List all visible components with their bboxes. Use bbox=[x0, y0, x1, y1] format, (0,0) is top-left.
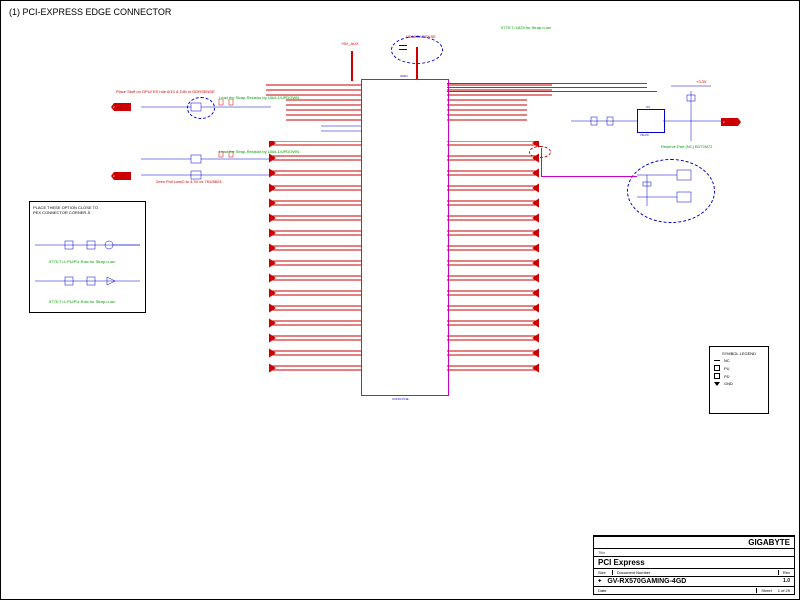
label-5vaux: +5V_AUX bbox=[341, 41, 359, 46]
offpage-left-1: 2 bbox=[111, 103, 131, 111]
offpage-left-2: 2 bbox=[111, 172, 131, 180]
rx-lanes bbox=[447, 141, 539, 396]
doc-number: GV-RX570GAMING-4GD bbox=[607, 578, 686, 585]
sheet-title: PCI Express bbox=[598, 558, 645, 567]
wire-m4 bbox=[541, 176, 637, 177]
legend-title: SYMBOL LEGEND bbox=[714, 351, 764, 356]
rail-right-1: +3.3V bbox=[696, 79, 707, 84]
company: GIGABYTE bbox=[748, 538, 790, 547]
bus-vert-top2 bbox=[416, 47, 418, 81]
connector-refdes: UPE1 bbox=[400, 74, 408, 78]
note-top-green: 5775:T=1825 for Strap=Low bbox=[501, 25, 551, 30]
schematic-sheet: (1) PCI-EXPRESS EDGE CONNECTOR 5775:T=18… bbox=[0, 0, 800, 600]
detail-circuit bbox=[35, 231, 140, 306]
note-reserve: Reserve Part (NC) B3T2M72 bbox=[661, 144, 712, 149]
connector-part: CONN PCIE bbox=[392, 397, 409, 401]
symbol-legend: SYMBOL LEGEND NC PU PD GND bbox=[709, 346, 769, 414]
legend-row: NC bbox=[714, 358, 764, 363]
detail-note-2: 5775:T=1 PU/PU-Row for Strap=Low bbox=[49, 299, 115, 304]
pcie-connector-symbol: UPE1 CONN PCIE bbox=[361, 79, 449, 396]
right-rc-net bbox=[571, 81, 731, 151]
offpage-right: 2 bbox=[721, 118, 741, 126]
page-title: (1) PCI-EXPRESS EDGE CONNECTOR bbox=[9, 7, 171, 17]
title-block: GIGABYTE Title PCI Express Size Document… bbox=[593, 535, 795, 595]
tx-lanes bbox=[269, 141, 361, 396]
bus-vert-top1 bbox=[351, 51, 353, 81]
legend-row: PD bbox=[714, 373, 764, 379]
legend-row: GND bbox=[714, 381, 764, 386]
highlight-ellipse-small bbox=[529, 146, 551, 158]
legend-row: PU bbox=[714, 365, 764, 371]
left-cluster-1 bbox=[141, 99, 271, 125]
note-left-red-1: Place Stuff on GPU/ ES rule 6/10 & DIN o… bbox=[116, 89, 215, 94]
detail-header: PLACE THESE OPTION CLOSE TO PEX CONNECTO… bbox=[33, 205, 98, 215]
wire bbox=[399, 45, 407, 46]
wire bbox=[399, 49, 407, 50]
left-cluster-3 bbox=[141, 169, 271, 185]
detail-note-1: 5775:T=1 PU/PU-Row for Strap=Low bbox=[49, 259, 115, 264]
reserve-parts bbox=[637, 166, 707, 316]
